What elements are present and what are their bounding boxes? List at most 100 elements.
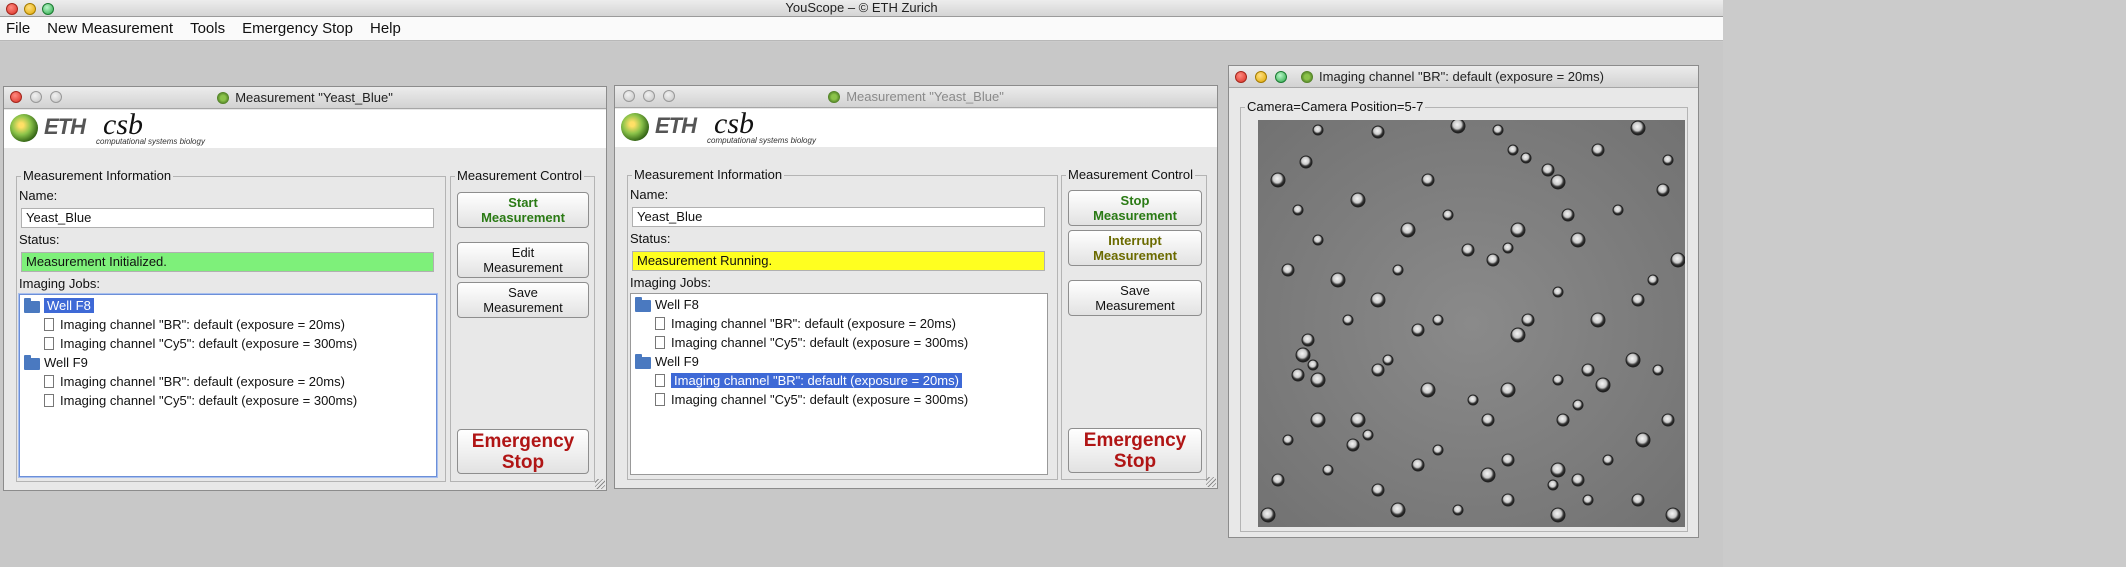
group-legend: Measurement Information	[632, 167, 785, 182]
yeast-cell	[1411, 458, 1425, 472]
tree-folder-well-f9[interactable]: Well F9	[24, 354, 88, 372]
name-label: Name:	[19, 188, 58, 203]
yeast-cell	[1301, 333, 1315, 347]
name-field[interactable]: Yeast_Blue	[21, 208, 434, 228]
yeast-cell	[1362, 429, 1374, 441]
window-titlebar[interactable]: Measurement "Yeast_Blue"	[4, 87, 606, 109]
tree-label: Well F8	[44, 298, 94, 313]
start-measurement-button[interactable]: Start Measurement	[457, 192, 589, 228]
yeast-cell	[1630, 120, 1646, 136]
save-measurement-button[interactable]: Save Measurement	[1068, 280, 1202, 316]
menu-emergency-stop[interactable]: Emergency Stop	[242, 20, 353, 37]
group-legend: Measurement Information	[21, 168, 174, 183]
yeast-cell	[1631, 493, 1645, 507]
yeast-cell	[1292, 204, 1304, 216]
tree-item[interactable]: Imaging channel "BR": default (exposure …	[655, 315, 956, 333]
imaging-jobs-tree[interactable]: Well F8 Imaging channel "BR": default (e…	[630, 293, 1048, 475]
yeast-cell	[1502, 242, 1514, 254]
tree-label: Well F8	[655, 297, 699, 312]
tree-item-selected[interactable]: Imaging channel "BR": default (exposure …	[655, 372, 962, 390]
tree-item[interactable]: Imaging channel "Cy5": default (exposure…	[44, 392, 357, 410]
logo-banner: ETH csb computational systems biology	[4, 108, 606, 148]
name-label: Name:	[630, 187, 669, 202]
logo-eth: ETH	[655, 113, 697, 138]
logo-eth: ETH	[44, 114, 86, 139]
yeast-cell	[1665, 507, 1681, 523]
yeast-cell	[1581, 363, 1595, 377]
yeast-cell	[1411, 323, 1425, 337]
yeast-cell	[1561, 208, 1575, 222]
yeast-cell	[1507, 144, 1519, 156]
yeast-cell	[1371, 125, 1385, 139]
app-leaf-icon	[217, 92, 230, 104]
microscopy-image-svg	[1258, 120, 1685, 527]
yeast-cell	[1281, 263, 1295, 277]
menu-file[interactable]: File	[6, 20, 30, 37]
close-window-icon[interactable]	[1235, 71, 1247, 83]
document-icon	[655, 374, 665, 387]
yeast-cell	[1310, 412, 1326, 428]
minimize-window-icon[interactable]	[1255, 71, 1267, 83]
tree-label: Imaging channel "BR": default (exposure …	[671, 316, 956, 331]
yeast-cell	[1371, 363, 1385, 377]
emergency-stop-button[interactable]: Emergency Stop	[457, 429, 589, 474]
save-measurement-button[interactable]: Save Measurement	[457, 282, 589, 318]
tree-item[interactable]: Imaging channel "Cy5": default (exposure…	[44, 335, 357, 353]
close-window-icon[interactable]	[6, 3, 18, 15]
yeast-cell	[1590, 312, 1606, 328]
yeast-cell	[1595, 377, 1611, 393]
yeast-cell	[1571, 473, 1585, 487]
emergency-stop-button[interactable]: Emergency Stop	[1068, 428, 1202, 473]
menu-new-measurement[interactable]: New Measurement	[47, 20, 173, 37]
microscopy-image[interactable]	[1258, 120, 1685, 527]
logo-banner: ETH csb computational systems biology	[615, 107, 1217, 147]
tree-label: Imaging channel "Cy5": default (exposure…	[60, 336, 358, 351]
group-legend: Measurement Control	[1066, 167, 1195, 182]
window-titlebar[interactable]: Imaging channel "BR": default (exposure …	[1229, 66, 1698, 88]
edit-measurement-button[interactable]: Edit Measurement	[457, 242, 589, 278]
yeast-cell	[1552, 374, 1564, 386]
resize-grip-icon[interactable]	[1206, 477, 1216, 487]
window-titlebar[interactable]: Measurement "Yeast_Blue"	[615, 86, 1217, 108]
tree-item[interactable]: Imaging channel "Cy5": default (exposure…	[655, 334, 968, 352]
menu-help[interactable]: Help	[370, 20, 401, 37]
menu-tools[interactable]: Tools	[190, 20, 225, 37]
status-field: Measurement Running.	[632, 251, 1045, 271]
yeast-cell	[1270, 172, 1286, 188]
tree-label: Imaging channel "Cy5": default (exposure…	[60, 393, 358, 408]
yeast-cell	[1291, 368, 1305, 382]
resize-grip-icon[interactable]	[595, 479, 605, 489]
name-field[interactable]: Yeast_Blue	[632, 207, 1045, 227]
yeast-cell	[1299, 155, 1313, 169]
yeast-cell	[1582, 494, 1594, 506]
yeast-cell	[1371, 483, 1385, 497]
yeast-cell	[1631, 293, 1645, 307]
tree-folder-well-f8[interactable]: Well F8	[635, 296, 699, 314]
yeast-cell	[1442, 209, 1454, 221]
yeast-cell	[1370, 292, 1386, 308]
yeast-cell	[1625, 352, 1641, 368]
tree-label: Well F9	[655, 354, 699, 369]
folder-icon	[635, 354, 651, 369]
app-title: YouScope – © ETH Zurich	[785, 0, 938, 15]
yeast-cell	[1547, 479, 1559, 491]
measurement-information-group: Measurement Information Name: Yeast_Blue…	[627, 167, 1058, 480]
yeast-cell	[1461, 243, 1475, 257]
imaging-jobs-tree[interactable]: Well F8 Imaging channel "BR": default (e…	[19, 294, 437, 477]
yeast-cell	[1521, 313, 1535, 327]
tree-folder-well-f9[interactable]: Well F9	[635, 353, 699, 371]
yeast-cell	[1647, 274, 1659, 286]
zoom-window-icon[interactable]	[1275, 71, 1287, 83]
minimize-window-icon[interactable]	[24, 3, 36, 15]
status-label: Status:	[630, 231, 671, 246]
tree-item[interactable]: Imaging channel "Cy5": default (exposure…	[655, 391, 968, 409]
stop-measurement-button[interactable]: Stop Measurement	[1068, 190, 1202, 226]
interrupt-measurement-button[interactable]: Interrupt Measurement	[1068, 230, 1202, 266]
document-icon	[44, 318, 54, 331]
tree-item[interactable]: Imaging channel "BR": default (exposure …	[44, 316, 345, 334]
yeast-cell	[1480, 467, 1496, 483]
tree-item[interactable]: Imaging channel "BR": default (exposure …	[44, 373, 345, 391]
tree-folder-well-f8[interactable]: Well F8	[24, 297, 94, 315]
zoom-window-icon[interactable]	[42, 3, 54, 15]
yeast-cell	[1312, 124, 1324, 136]
